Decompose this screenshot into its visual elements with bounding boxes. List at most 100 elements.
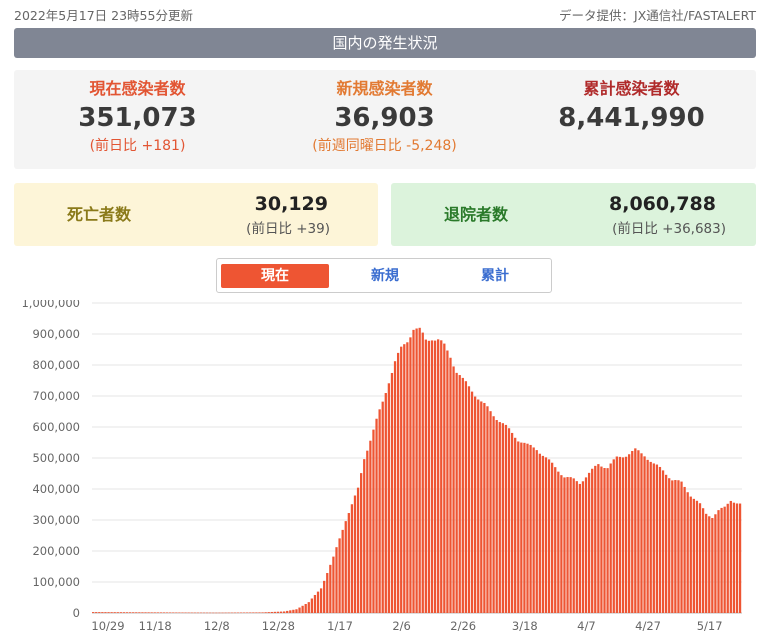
- bar: [477, 399, 480, 613]
- tab-new[interactable]: 新規: [331, 264, 439, 288]
- bar: [671, 480, 674, 613]
- bar: [640, 453, 643, 613]
- tab-total[interactable]: 累計: [441, 264, 549, 288]
- bar: [517, 441, 520, 613]
- bar: [221, 612, 224, 614]
- recovered-label: 退院者数: [443, 205, 508, 224]
- bar: [150, 612, 153, 613]
- x-tick-label: 10/29: [91, 619, 124, 633]
- bar: [689, 496, 692, 613]
- y-tick-label: 200,000: [32, 544, 80, 558]
- bar: [307, 602, 310, 613]
- bar: [205, 612, 209, 614]
- x-tick-label: 4/7: [577, 619, 596, 633]
- bar: [735, 503, 739, 613]
- bar: [390, 372, 394, 613]
- bar: [92, 612, 95, 613]
- bar: [125, 612, 129, 613]
- bar: [514, 437, 517, 613]
- bar: [338, 538, 341, 613]
- bar: [538, 453, 541, 613]
- bar: [184, 612, 187, 614]
- bar: [153, 612, 156, 613]
- bar: [162, 612, 166, 613]
- bar: [430, 340, 434, 613]
- bar: [279, 611, 283, 613]
- bar: [227, 612, 230, 614]
- x-tick-label: 2/26: [450, 619, 476, 633]
- bar: [236, 612, 240, 614]
- bar: [156, 612, 159, 613]
- bar: [301, 605, 304, 613]
- updated-timestamp: 2022年5月17日 23時55分更新: [14, 8, 193, 23]
- bar: [480, 401, 483, 613]
- bar: [738, 503, 742, 613]
- bar: [329, 564, 332, 613]
- bar: [686, 492, 689, 613]
- bar: [178, 612, 181, 613]
- bar: [624, 456, 628, 613]
- bar: [190, 612, 193, 614]
- bar: [175, 612, 178, 613]
- bar: [711, 518, 714, 613]
- bar: [261, 612, 264, 613]
- deaths-value: 30,129: [254, 193, 328, 215]
- bar: [523, 442, 526, 613]
- bar: [705, 513, 708, 613]
- y-tick-label: 700,000: [32, 389, 80, 403]
- bar: [101, 612, 104, 613]
- bar: [132, 612, 135, 613]
- bar: [695, 500, 699, 613]
- chart: 0 100,000 200,000 300,000 400,000 500,000 600,…: [21, 300, 742, 633]
- bar: [95, 612, 98, 613]
- bar: [461, 377, 464, 613]
- bar: [621, 457, 625, 613]
- bar: [212, 612, 215, 614]
- bar: [498, 422, 501, 613]
- deaths-change: (前日比 +39): [246, 221, 330, 237]
- bar: [141, 612, 144, 613]
- bar: [356, 487, 360, 613]
- bar: [591, 468, 594, 613]
- bar: [107, 612, 110, 613]
- bar: [224, 612, 227, 614]
- bar: [193, 612, 196, 614]
- bar: [668, 478, 671, 613]
- bar: [283, 611, 286, 613]
- bar: [464, 381, 468, 613]
- bar: [372, 429, 375, 613]
- bar: [104, 612, 107, 613]
- summary-panel: 現在感染者数 351,073 (前日比 +181) 新規感染者数 36,903 …: [14, 70, 756, 169]
- bar: [316, 591, 320, 613]
- bar: [363, 459, 366, 613]
- status-line: 2022年5月17日 23時55分更新 データ提供：JX通信社/FASTALER…: [14, 5, 756, 23]
- bar: [615, 456, 618, 613]
- bar: [692, 498, 695, 613]
- bar: [347, 513, 350, 613]
- bar: [572, 478, 575, 613]
- bar: [674, 480, 677, 613]
- y-tick-label: 500,000: [32, 451, 80, 465]
- bar: [387, 383, 391, 613]
- x-tick-label: 12/28: [262, 619, 295, 633]
- x-tick-label: 1/17: [327, 619, 353, 633]
- bar: [393, 361, 397, 613]
- bar: [455, 372, 458, 613]
- bar: [683, 486, 686, 613]
- deaths-label: 死亡者数: [66, 205, 131, 224]
- bar: [375, 418, 378, 613]
- bar: [618, 456, 622, 613]
- bar: [199, 612, 203, 614]
- bar: [239, 612, 243, 614]
- y-tick-label: 1,000,000: [21, 300, 80, 310]
- bar: [708, 516, 711, 613]
- bar: [135, 612, 138, 613]
- y-tick-label: 100,000: [32, 575, 80, 589]
- x-tick-label: 4/27: [635, 619, 661, 633]
- bar: [209, 612, 212, 614]
- bar: [350, 504, 354, 613]
- tab-current[interactable]: 現在: [221, 264, 329, 288]
- chart-tabs: 現在 新規 累計: [216, 258, 552, 293]
- bar: [551, 462, 554, 613]
- bar: [292, 609, 295, 613]
